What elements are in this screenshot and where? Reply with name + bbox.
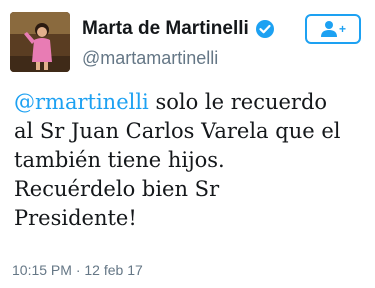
avatar[interactable] (10, 12, 70, 72)
display-name[interactable]: Marta de Martinelli (82, 18, 249, 40)
plus-icon: + (339, 22, 346, 36)
tweet-line-1: @rmartinelli solo le recuerdo (14, 88, 366, 117)
author-name-row: Marta de Martinelli (82, 18, 275, 40)
tweet-card: Marta de Martinelli @martamartinelli + @… (0, 0, 375, 288)
tweet-date: 12 feb 17 (84, 262, 143, 278)
verified-badge-icon (255, 19, 275, 39)
tweet-line-2: al Sr Juan Carlos Varela que el (14, 119, 341, 143)
tweet-timestamp[interactable]: 10:15 PM · 12 feb 17 (12, 262, 143, 278)
follow-button[interactable]: + (305, 14, 361, 44)
tweet-text: @rmartinelli solo le recuerdo al Sr Juan… (14, 88, 366, 233)
tweet-line-5: Presidente! (14, 206, 137, 230)
profile-photo-icon (10, 12, 70, 72)
tweet-line-4: Recuérdelo bien Sr (14, 177, 220, 201)
add-user-icon: + (321, 21, 346, 37)
tweet-line-3: también tiene hijos. (14, 148, 225, 172)
mention-link[interactable]: @rmartinelli (14, 90, 149, 114)
tweet-time: 10:15 PM (12, 262, 72, 278)
author-handle[interactable]: @martamartinelli (82, 48, 218, 69)
timestamp-separator: · (75, 262, 81, 278)
tweet-line-1-text: solo le recuerdo (148, 90, 328, 114)
